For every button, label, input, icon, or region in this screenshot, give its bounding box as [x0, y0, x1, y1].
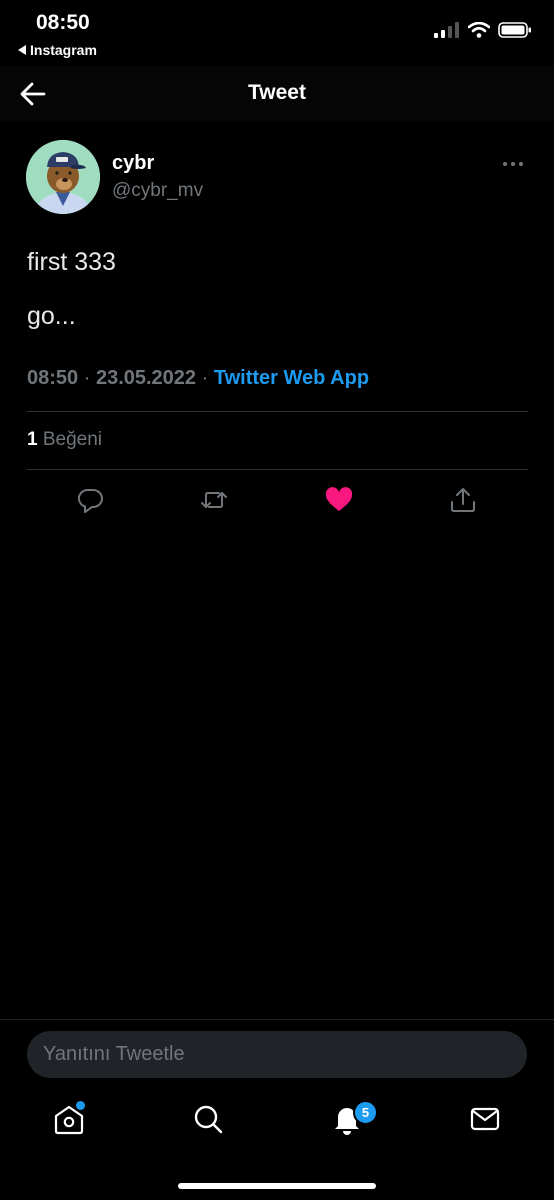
- avatar[interactable]: [26, 140, 100, 214]
- page-title: Tweet: [248, 81, 306, 104]
- retweet-icon[interactable]: [199, 485, 229, 515]
- reply-input[interactable]: Yanıtını Tweetle: [27, 1031, 527, 1078]
- tweet-meta: 08:50 · 23.05.2022 · Twitter Web App: [27, 367, 369, 390]
- avatar-image: [26, 140, 100, 214]
- bottom-divider: [0, 1019, 554, 1020]
- likes-label: Beğeni: [42, 429, 103, 450]
- back-to-app-link[interactable]: Instagram: [18, 42, 97, 58]
- display-name[interactable]: cybr: [112, 152, 154, 175]
- user-handle[interactable]: @cybr_mv: [112, 180, 203, 202]
- home-unread-dot: [76, 1101, 85, 1110]
- notifications-badge: 5: [353, 1100, 378, 1125]
- wifi-icon: [468, 22, 490, 38]
- reply-icon[interactable]: [75, 485, 105, 515]
- meta-separator: ·: [83, 367, 91, 389]
- meta-separator: ·: [201, 367, 209, 389]
- tweet-date: 23.05.2022: [95, 367, 197, 389]
- likes-summary[interactable]: 1 Beğeni: [27, 429, 102, 451]
- status-icons: [434, 22, 532, 38]
- cellular-signal-icon: [434, 22, 459, 38]
- share-icon[interactable]: [448, 485, 478, 515]
- heart-icon[interactable]: [324, 485, 354, 515]
- tweet-text-line: first 333: [27, 248, 116, 276]
- tweet-time: 08:50: [27, 367, 79, 389]
- tweet-text-line: go...: [27, 302, 76, 330]
- divider: [27, 411, 528, 412]
- more-options-icon[interactable]: [503, 160, 525, 168]
- likes-count: 1: [27, 429, 38, 450]
- status-time: 08:50: [36, 11, 90, 34]
- mail-icon[interactable]: [468, 1102, 502, 1136]
- tweet-source-link[interactable]: Twitter Web App: [214, 367, 369, 389]
- search-icon[interactable]: [191, 1102, 225, 1136]
- divider: [27, 469, 528, 470]
- status-bar: 08:50 Instagram: [0, 0, 554, 66]
- top-header: Tweet: [0, 66, 554, 122]
- back-triangle-icon: [18, 45, 26, 55]
- reply-placeholder: Yanıtını Tweetle: [43, 1043, 185, 1065]
- home-indicator: [178, 1183, 376, 1189]
- battery-icon: [498, 22, 531, 38]
- back-app-label: Instagram: [30, 42, 97, 58]
